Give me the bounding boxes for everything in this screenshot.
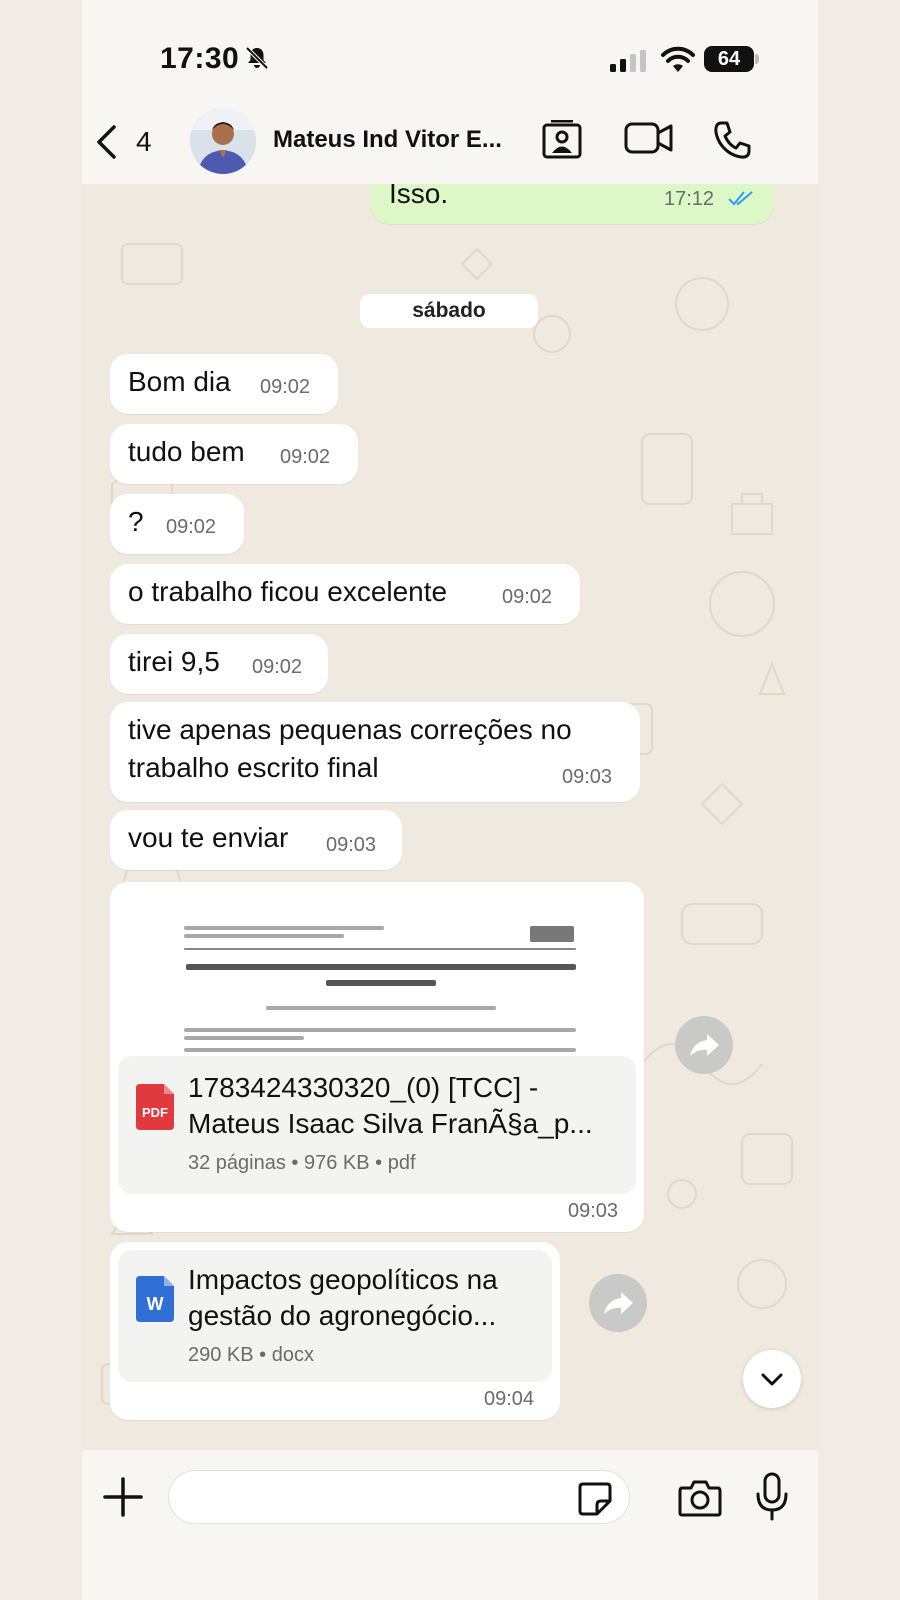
camera-icon[interactable]: [678, 1478, 722, 1518]
sticker-icon[interactable]: [577, 1481, 613, 1517]
message-text: o trabalho ficou excelente: [128, 576, 448, 607]
message-text-line1: tive apenas pequenas correções no: [128, 714, 572, 745]
forward-button[interactable]: [675, 1016, 733, 1074]
forward-icon: [690, 1034, 719, 1056]
message-text: ?: [128, 506, 144, 537]
forward-button[interactable]: [589, 1274, 647, 1332]
chevron-down-icon: [761, 1373, 783, 1386]
message-text: vou te enviar: [128, 822, 289, 853]
bell-slash-icon: [245, 46, 269, 70]
pdf-preview-thumbnail[interactable]: [118, 890, 636, 1056]
right-backdrop: [818, 0, 900, 1600]
pdf-title-line2: Mateus Isaac Silva FranÃ§a_p...: [188, 1108, 593, 1139]
incoming-message[interactable]: o trabalho ficou excelente 09:02: [110, 564, 580, 624]
incoming-message[interactable]: tudo bem 09:02: [110, 424, 358, 484]
docx-file-card[interactable]: W Impactos geopolíticos na gestão do agr…: [118, 1250, 552, 1382]
message-time: 09:02: [166, 516, 217, 538]
message-time: 09:02: [252, 656, 303, 678]
battery-indicator: 64: [704, 46, 754, 72]
left-backdrop: [0, 0, 82, 1600]
word-file-icon: W: [136, 1276, 174, 1322]
message-time: 09:02: [280, 446, 331, 468]
message-time: 09:04: [484, 1388, 535, 1410]
message-text-line2: trabalho escrito final: [128, 752, 379, 783]
docx-meta: 290 KB • docx: [188, 1344, 314, 1366]
status-bar: 17:30 64: [82, 0, 818, 110]
back-button[interactable]: 4: [94, 122, 164, 162]
message-text: Isso.: [389, 184, 449, 209]
message-time: 09:02: [260, 376, 311, 398]
scroll-to-bottom-button[interactable]: [743, 1350, 801, 1408]
docx-title-line1: Impactos geopolíticos na: [188, 1264, 498, 1295]
incoming-message[interactable]: tive apenas pequenas correções no trabal…: [110, 702, 640, 802]
unread-count: 4: [136, 126, 152, 157]
pdf-document-message[interactable]: PDF 1783424330320_(0) [TCC] - Mateus Isa…: [110, 882, 644, 1232]
phone-screen: 17:30 64 4 Mateus Ind Vitor E... Isso. 1…: [82, 0, 818, 1600]
avatar-photo: [190, 108, 256, 174]
wifi-icon: [661, 46, 695, 72]
incoming-message[interactable]: ? 09:02: [110, 494, 244, 554]
contact-card-icon[interactable]: [541, 120, 583, 160]
pdf-icon-label: PDF: [142, 1105, 168, 1120]
message-input[interactable]: [168, 1470, 630, 1524]
status-time: 17:30: [160, 42, 240, 75]
forward-icon: [604, 1292, 633, 1314]
docx-document-message[interactable]: W Impactos geopolíticos na gestão do agr…: [110, 1242, 560, 1420]
plus-icon[interactable]: [102, 1476, 144, 1518]
message-time: 09:03: [562, 766, 613, 788]
message-time: 09:03: [326, 834, 377, 856]
incoming-message[interactable]: vou te enviar 09:03: [110, 810, 402, 870]
video-call-icon[interactable]: [624, 120, 674, 156]
pdf-meta: 32 páginas • 976 KB • pdf: [188, 1152, 416, 1174]
outgoing-message[interactable]: Isso. 17:12: [371, 184, 773, 224]
message-composer: [82, 1450, 818, 1600]
message-text: tirei 9,5: [128, 646, 220, 677]
phone-icon[interactable]: [712, 120, 752, 160]
chat-area[interactable]: Isso. 17:12 sábado Bom dia 09:02 tudo be…: [82, 184, 818, 1450]
word-icon-label: W: [147, 1294, 164, 1314]
message-time: 09:03: [568, 1200, 619, 1222]
contact-name[interactable]: Mateus Ind Vitor E...: [273, 126, 523, 154]
signal-icon: [610, 50, 646, 72]
message-time: 09:02: [502, 586, 553, 608]
pdf-title-line1: 1783424330320_(0) [TCC] -: [188, 1072, 539, 1103]
pdf-file-card[interactable]: PDF 1783424330320_(0) [TCC] - Mateus Isa…: [118, 1056, 636, 1194]
message-text: Bom dia: [128, 366, 231, 397]
incoming-message[interactable]: Bom dia 09:02: [110, 354, 338, 414]
docx-title-line2: gestão do agronegócio...: [188, 1300, 497, 1331]
back-chevron-icon: [97, 125, 116, 159]
chat-header: 4 Mateus Ind Vitor E...: [82, 96, 818, 184]
avatar[interactable]: [190, 108, 256, 174]
read-ticks-icon: [728, 191, 753, 206]
battery-tip: [755, 54, 759, 64]
date-separator: sábado: [360, 294, 538, 328]
message-time: 17:12: [664, 188, 715, 210]
microphone-icon[interactable]: [754, 1472, 790, 1522]
pdf-file-icon: PDF: [136, 1084, 174, 1130]
message-text: tudo bem: [128, 436, 245, 467]
incoming-message[interactable]: tirei 9,5 09:02: [110, 634, 328, 694]
